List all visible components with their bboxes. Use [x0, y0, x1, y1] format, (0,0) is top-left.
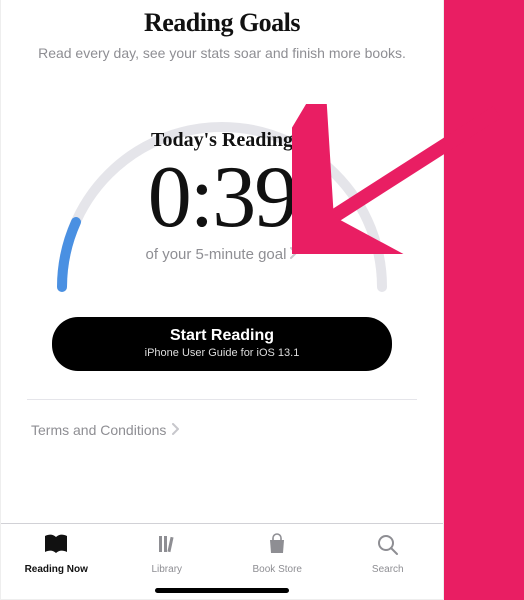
- page-subtitle: Read every day, see your stats soar and …: [27, 44, 417, 63]
- start-reading-button[interactable]: Start Reading iPhone User Guide for iOS …: [52, 317, 392, 371]
- chevron-right-icon: [172, 422, 180, 438]
- chevron-right-icon: [290, 246, 298, 263]
- terms-and-conditions-link[interactable]: Terms and Conditions: [31, 422, 180, 438]
- tab-label: Search: [372, 564, 404, 575]
- phone-frame: Reading Goals Read every day, see your s…: [0, 0, 444, 600]
- reading-time-value: 0:39: [32, 154, 412, 242]
- tab-reading-now[interactable]: Reading Now: [1, 524, 112, 599]
- start-reading-label: Start Reading: [52, 327, 392, 345]
- tab-label: Library: [151, 564, 182, 575]
- shopping-bag-icon: [264, 532, 290, 561]
- start-reading-subtitle: iPhone User Guide for iOS 13.1: [52, 347, 392, 359]
- goal-detail-link[interactable]: of your 5-minute goal: [146, 246, 299, 263]
- library-icon: [154, 532, 180, 561]
- tab-bar: Reading Now Library Book Store Search: [1, 523, 443, 599]
- home-indicator: [155, 588, 289, 593]
- book-open-icon: [43, 532, 69, 561]
- tab-label: Reading Now: [25, 564, 88, 575]
- reading-gauge: Today's Reading 0:39 of your 5-minute go…: [32, 81, 412, 301]
- tab-label: Book Store: [253, 564, 302, 575]
- annotation-highlight-column: [444, 0, 524, 600]
- terms-label: Terms and Conditions: [31, 422, 166, 438]
- tab-search[interactable]: Search: [333, 524, 444, 599]
- page-title: Reading Goals: [27, 8, 417, 38]
- divider: [27, 399, 417, 400]
- goal-text: of your 5-minute goal: [146, 246, 287, 263]
- search-icon: [375, 532, 401, 561]
